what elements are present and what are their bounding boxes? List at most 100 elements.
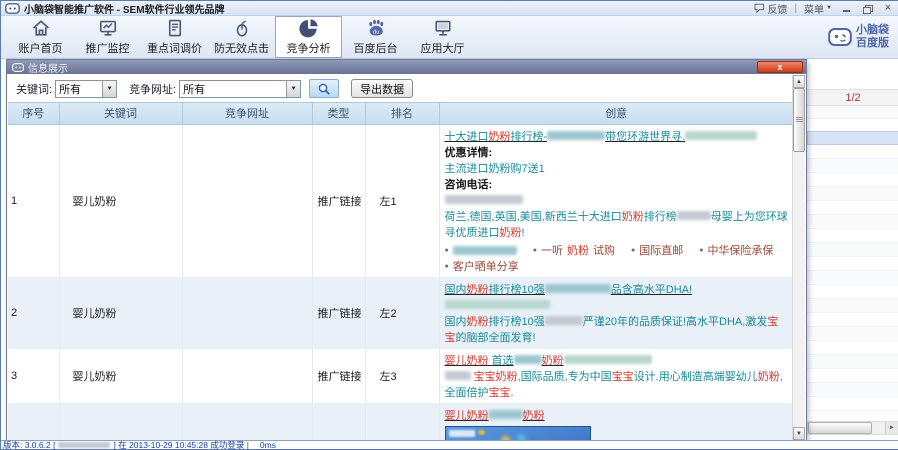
creative-text-segment: 奶粉 [500, 227, 522, 239]
background-list-row [807, 271, 898, 285]
creative-text-segment: 婴儿奶粉 [445, 355, 489, 367]
background-list-row [807, 369, 898, 383]
background-list-row [807, 215, 898, 229]
pie-chart-icon [299, 18, 319, 38]
creative-text-segment: 奶粉 [467, 316, 489, 328]
redacted-text [514, 355, 542, 364]
dialog-close-button[interactable]: x [757, 61, 803, 73]
dropdown-arrow-icon[interactable]: ▼ [286, 81, 300, 97]
tab-mouse[interactable]: 防无效点击 [208, 16, 275, 58]
baidu-paw-icon: du [366, 18, 386, 38]
dropdown-arrow-icon[interactable]: ▼ [102, 81, 116, 97]
table-row[interactable]: 1婴儿奶粉推广链接左1十大进口奶粉排行榜-带您环游世界寻.优惠详情:主流进口奶粉… [8, 124, 793, 277]
scroll-down-arrow[interactable]: ▼ [793, 427, 805, 440]
creative-text-segment: 奶粉 [758, 371, 780, 383]
cell-creative: 婴儿奶粉 首选奶粉 宝宝奶粉,国际品质,专为中国宝宝设计.用心制造高端婴幼儿奶粉… [439, 348, 793, 403]
background-list-row [807, 229, 898, 243]
creative-text-segment: 奶粉 [467, 284, 489, 296]
filter-bar: 关键词: 所有 ▼ 竞争网址: 所有 ▼ 导出数据 [8, 75, 793, 102]
ad-text-line: 主流进口奶粉购7送1 [445, 161, 790, 177]
tab-label: 百度后台 [354, 40, 398, 56]
creative-text-segment: 奶粉 [567, 243, 589, 259]
close-button[interactable]: × [881, 3, 895, 14]
ad-title-link[interactable]: 婴儿奶粉 首选奶粉 [445, 353, 790, 369]
creative-text-segment: ! [522, 227, 525, 239]
scroll-right-arrow[interactable]: ► [885, 422, 898, 434]
creative-text-segment: 咨询电话: [445, 179, 493, 191]
tab-monitor[interactable]: 推广监控 [74, 16, 141, 58]
status-login: ] 在 2013-10-29 10:45:28 成功登录 | [113, 441, 248, 450]
ad-sitelink[interactable]: ●国际直邮 [631, 243, 683, 259]
bullet-icon: ● [445, 263, 449, 270]
cell-keyword: 婴儿奶粉 [59, 124, 182, 277]
creative-text-segment: 客户晒单分享 [453, 259, 519, 275]
background-list-row [807, 313, 898, 327]
tab-document[interactable]: 重点词调价 [141, 16, 208, 58]
logo-text-line1: 小脑袋 [856, 24, 889, 37]
cell-url [182, 403, 312, 440]
ad-title-link[interactable]: 十大进口奶粉排行榜-带您环游世界寻. [445, 129, 790, 145]
tab-home[interactable]: 账户首页 [7, 16, 74, 58]
scroll-up-arrow[interactable]: ▲ [793, 75, 805, 88]
creative-text-segment: 奶粉 [489, 131, 511, 143]
creative-text-segment: 婴儿奶粉 [445, 410, 489, 422]
results-table: 序号关键词竞争网址类型排名创意 1婴儿奶粉推广链接左1十大进口奶粉排行榜-带您环… [8, 103, 793, 440]
keyword-filter-select[interactable]: 所有 ▼ [55, 80, 117, 98]
tab-label: 账户首页 [19, 40, 63, 56]
ad-title-link[interactable]: 婴儿奶粉奶粉 [445, 408, 790, 424]
background-list-row [807, 201, 898, 215]
scrollbar-thumb[interactable] [793, 88, 805, 152]
scrollbar-thumb[interactable] [808, 422, 872, 434]
status-latency: 0ms [260, 441, 276, 450]
site-filter-label: 竞争网址: [129, 81, 176, 97]
tab-computer[interactable]: 应用大厅 [409, 16, 476, 58]
creative-text-segment: 主流进口奶粉购7送1 [445, 163, 545, 175]
table-row[interactable]: 4婴儿奶粉推广链接右1婴儿奶粉奶粉 [8, 403, 793, 440]
export-data-button[interactable]: 导出数据 [351, 79, 413, 98]
window-title: 小脑袋智能推广软件 - SEM软件行业领先品牌 [24, 1, 225, 16]
mouse-icon [232, 18, 252, 38]
cell-creative: 十大进口奶粉排行榜-带您环游世界寻.优惠详情:主流进口奶粉购7送1咨询电话:荷兰… [439, 124, 793, 277]
tab-baidu-paw[interactable]: du 百度后台 [342, 16, 409, 58]
dialog-title: 信息展示 [28, 60, 68, 75]
cell-no: 2 [8, 277, 59, 348]
cell-rank: 左1 [365, 124, 439, 277]
ad-video-thumbnail[interactable] [445, 426, 591, 441]
ad-sitelinks: ●●一听奶粉试购●国际直邮●中华保险承保●客户晒单分享 [445, 241, 790, 275]
table-row[interactable]: 3婴儿奶粉推广链接左3婴儿奶粉 首选奶粉 宝宝奶粉,国际品质,专为中国宝宝设计.… [8, 348, 793, 403]
site-filter-select[interactable]: 所有 ▼ [179, 80, 301, 98]
creative-text-segment: 十大进口 [445, 131, 489, 143]
restore-button[interactable] [860, 3, 874, 14]
ad-title-link[interactable]: 国内奶粉排行榜10强品含高水平DHA! [445, 282, 790, 298]
cell-no: 1 [8, 124, 59, 277]
bullet-icon: ● [699, 247, 703, 254]
search-button[interactable] [309, 79, 339, 98]
feedback-link[interactable]: 反馈 [754, 1, 787, 16]
creative-text-segment: 排行榜10强 [489, 284, 545, 296]
cell-url [182, 124, 312, 277]
menu-button[interactable]: 菜单▼ [804, 1, 832, 16]
column-header: 关键词 [59, 103, 182, 124]
ad-sitelink[interactable]: ●中华保险承保 [699, 243, 773, 259]
background-horizontal-scrollbar[interactable]: ► [807, 421, 898, 435]
dialog-titlebar: 信息展示 x [7, 60, 806, 74]
column-header: 创意 [439, 103, 793, 124]
creative-text-segment: 设计.用心制造高端婴幼儿 [634, 371, 758, 383]
background-strip [807, 106, 898, 119]
creative-text-segment: 国内 [445, 284, 467, 296]
creative-text-segment: 宝宝 [612, 371, 634, 383]
ad-sitelink[interactable]: ● 客户晒单分享 [445, 259, 519, 275]
redacted-text [453, 246, 517, 255]
ad-sitelink[interactable]: ● [445, 243, 517, 259]
redacted-text [445, 195, 523, 204]
app-window: { "window": { "title": "小脑袋智能推广软件 - SEM软… [0, 0, 898, 450]
ad-sitelink[interactable]: ●一听奶粉试购 [533, 243, 615, 259]
table-row[interactable]: 2婴儿奶粉推广链接左2国内奶粉排行榜10强品含高水平DHA!国内奶粉排行榜10强… [8, 277, 793, 348]
tab-pie-chart[interactable]: 竞争分析 [275, 16, 342, 58]
dialog-vertical-scrollbar[interactable]: ▲ ▼ [792, 75, 805, 440]
column-header: 序号 [8, 103, 59, 124]
redacted-text [545, 284, 611, 293]
creative-text-segment: 试购 [593, 243, 615, 259]
minimize-button[interactable] [839, 3, 853, 14]
ad-detail-label: 优惠详情: [445, 145, 790, 161]
